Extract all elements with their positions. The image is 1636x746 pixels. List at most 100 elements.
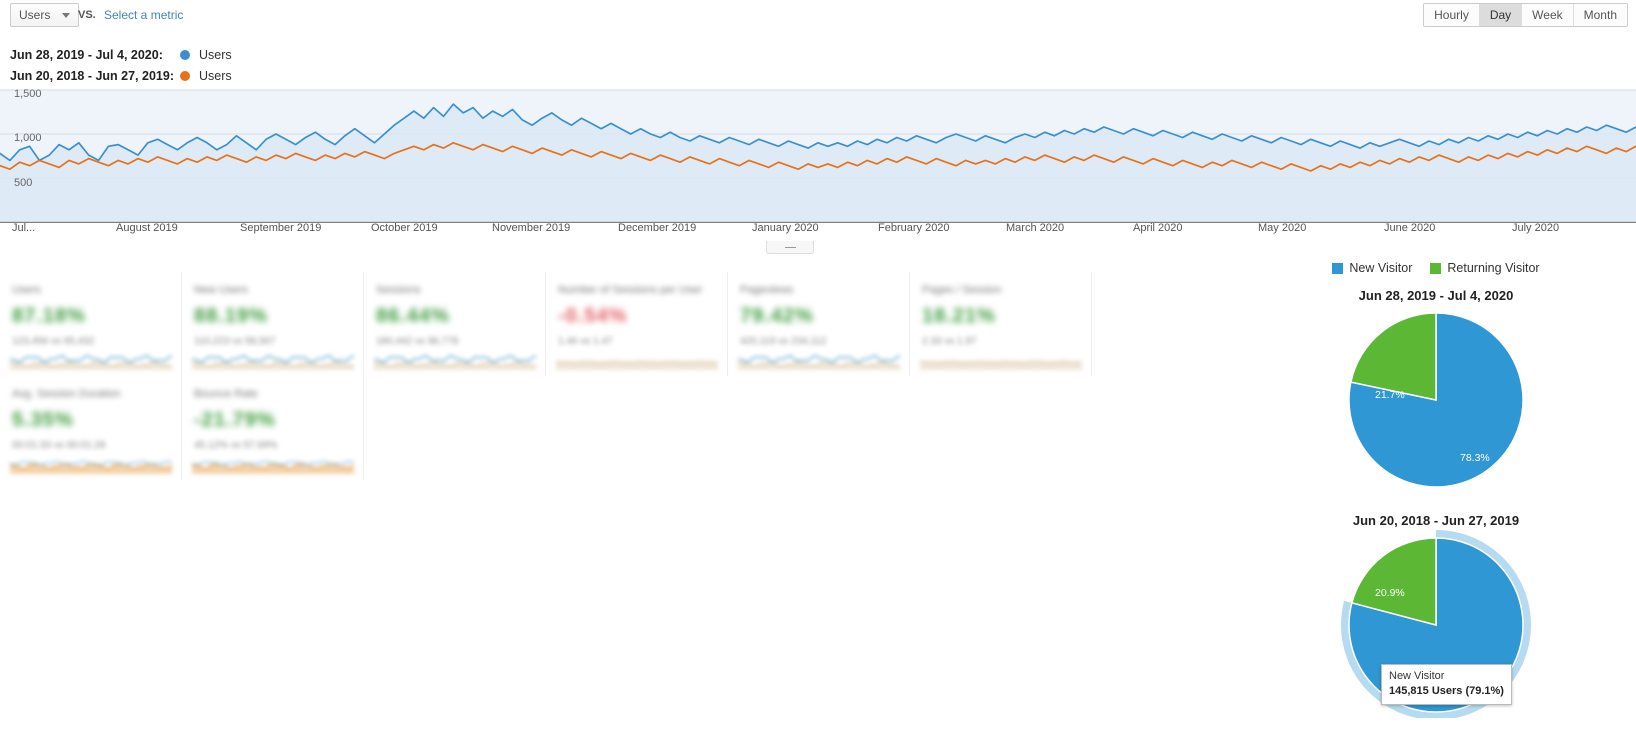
granularity-button-group: Hourly Day Week Month: [1423, 3, 1628, 27]
metric-card-comparison: 180,442 vs 96,778: [376, 336, 459, 347]
x-axis-tick-2: August 2019: [116, 222, 178, 234]
x-axis-tick-8: February 2020: [878, 222, 950, 234]
legend-date-range-1: Jun 28, 2019 - Jul 4, 2020:: [10, 47, 163, 62]
metric-card-title: Avg. Session Duration: [12, 388, 121, 400]
time-series-plot[interactable]: [0, 86, 1636, 241]
granularity-day-button[interactable]: Day: [1479, 4, 1523, 26]
metric-card[interactable]: Pageviews 79.42% 420,119 vs 234,112: [728, 272, 910, 376]
metric-card-comparison: 420,119 vs 234,112: [740, 336, 827, 347]
metric-card-value: 87.18%: [12, 305, 86, 327]
metric-cards-row-1: Users 87.18% 123,456 vs 65,432 New Users 88.…: [0, 272, 1120, 376]
metric-card-title: Users: [12, 284, 41, 296]
metric-card-comparison: 2.33 vs 1.97: [922, 336, 977, 347]
metric-card-sparkline: [373, 352, 537, 370]
chart-collapse-handle[interactable]: [766, 241, 814, 254]
pie-chart-1-svg[interactable]: [1236, 303, 1636, 493]
sparkline: [9, 354, 173, 370]
pie-legend-item-2[interactable]: Returning Visitor: [1430, 261, 1540, 275]
legend-metric-name-2: Users: [199, 68, 232, 83]
pie-chart-1-title: Jun 28, 2019 - Jul 4, 2020: [1358, 288, 1514, 303]
metric-card-title: Sessions: [376, 284, 421, 296]
metric-card-title: Pageviews: [740, 284, 794, 296]
x-axis-tick-11: May 2020: [1258, 222, 1307, 234]
metric-card-sparkline: [9, 352, 173, 370]
sparkline: [373, 354, 537, 370]
chevron-down-icon: [62, 12, 71, 18]
metric-card-comparison: 00:01:33 vs 00:01:28: [12, 440, 106, 451]
metric-selector-dropdown[interactable]: Users: [10, 3, 80, 27]
pie-legend-label-1: New Visitor: [1349, 261, 1413, 275]
pie-legend-swatch-2: [1430, 262, 1442, 274]
metric-selector-label: Users: [19, 8, 51, 22]
metric-card-title: New Users: [194, 284, 248, 296]
x-axis-tick-12: June 2020: [1384, 222, 1436, 234]
granularity-week-button[interactable]: Week: [1522, 4, 1574, 26]
metric-card-title: Number of Sessions per User: [558, 284, 703, 296]
pie-legend: New Visitor Returning Visitor: [1236, 258, 1636, 278]
metric-card-value: 5.35%: [12, 409, 74, 431]
pie-chart-2-title: Jun 20, 2018 - Jun 27, 2019: [1352, 513, 1520, 528]
metric-card-comparison: 45.12% vs 57.69%: [194, 440, 278, 451]
pie-legend-label-2: Returning Visitor: [1447, 261, 1540, 275]
vs-label: VS.: [78, 9, 96, 21]
sparkline: [191, 460, 355, 474]
metric-card[interactable]: New Users 88.19% 110,223 vs 58,567: [182, 272, 364, 376]
metric-card-sparkline: [9, 456, 173, 474]
metric-card-value: -0.54%: [558, 305, 628, 327]
metric-cards-row-2: Avg. Session Duration 5.35% 00:01:33 vs 00…: [0, 376, 1120, 480]
legend-row-1: Jun 28, 2019 - Jul 4, 2020: Users: [10, 44, 232, 65]
metric-card-sparkline: [737, 352, 901, 370]
users-over-time-chart[interactable]: 1,500 1,000 500: [0, 86, 1636, 241]
metric-card[interactable]: Pages / Session 18.21% 2.33 vs 1.97: [910, 272, 1092, 376]
metric-card[interactable]: Number of Sessions per User -0.54% 1.46 vs…: [546, 272, 728, 376]
metric-card-value: 86.44%: [376, 305, 450, 327]
pie-1-new-label: 78.3%: [1460, 452, 1490, 464]
pie-2-returning-label: 20.9%: [1375, 587, 1405, 599]
metric-card-comparison: 110,223 vs 58,567: [194, 336, 276, 347]
legend-row-2: Jun 20, 2018 - Jun 27, 2019: Users: [10, 65, 232, 86]
x-axis-tick-6: December 2019: [618, 222, 697, 234]
x-axis-tick-5: November 2019: [492, 222, 571, 234]
series-legend: Jun 28, 2019 - Jul 4, 2020: Users Jun 20, …: [10, 44, 232, 86]
y-axis-tick-1000: 1,000: [14, 132, 42, 144]
x-axis-tick-7: January 2020: [752, 222, 819, 234]
metric-card[interactable]: Avg. Session Duration 5.35% 00:01:33 vs 00…: [0, 376, 182, 480]
pie-legend-item-1[interactable]: New Visitor: [1332, 261, 1412, 275]
x-axis-month-labels: Jul... August 2019 September 2019 October 2…: [0, 222, 1636, 240]
granularity-hourly-button[interactable]: Hourly: [1424, 4, 1480, 26]
legend-metric-name-1: Users: [199, 47, 232, 62]
metric-card-comparison: 1.46 vs 1.47: [558, 336, 613, 347]
pie-tooltip-name: New Visitor: [1389, 670, 1445, 682]
metric-card-value: 79.42%: [740, 305, 814, 327]
metric-card-sparkline: [555, 352, 719, 370]
sparkline: [919, 360, 1083, 370]
pie-tooltip-value: 145,815 Users (79.1%): [1389, 685, 1504, 697]
metric-card[interactable]: Sessions 86.44% 180,442 vs 96,778: [364, 272, 546, 376]
x-axis-tick-1: Jul...: [12, 222, 36, 234]
metric-card-comparison: 123,456 vs 65,432: [12, 336, 95, 347]
metric-card[interactable]: Bounce Rate -21.79% 45.12% vs 57.69%: [182, 376, 364, 480]
legend-color-dot-1: [180, 49, 190, 60]
sparkline: [9, 460, 173, 474]
metric-card-value: 18.21%: [922, 305, 996, 327]
pie-chart-1[interactable]: 21.7% 78.3%: [1236, 303, 1636, 493]
metric-card-sparkline: [191, 456, 355, 474]
metric-card[interactable]: Users 87.18% 123,456 vs 65,432: [0, 272, 182, 376]
granularity-month-button[interactable]: Month: [1573, 4, 1627, 26]
pie-chart-2[interactable]: 20.9% New Visitor 145,815 Users (79.1%): [1236, 528, 1636, 720]
sparkline: [191, 354, 355, 370]
x-axis-tick-3: September 2019: [240, 222, 322, 234]
x-axis-tick-13: July 2020: [1512, 222, 1560, 234]
pie-legend-swatch-1: [1332, 262, 1344, 274]
sparkline: [737, 354, 901, 370]
x-axis-tick-4: October 2019: [371, 222, 438, 234]
y-axis-tick-500: 500: [14, 177, 33, 189]
legend-color-dot-2: [180, 70, 190, 81]
legend-date-range-2: Jun 20, 2018 - Jun 27, 2019:: [10, 68, 174, 83]
y-axis-tick-1500: 1,500: [14, 88, 42, 100]
new-vs-returning-panel: New Visitor Returning Visitor Jun 28, 201…: [1236, 258, 1636, 746]
select-a-metric-link[interactable]: Select a metric: [104, 8, 183, 22]
metric-card-title: Bounce Rate: [194, 388, 258, 400]
metric-card-value: 88.19%: [194, 305, 268, 327]
metric-card-value: -21.79%: [194, 409, 276, 431]
